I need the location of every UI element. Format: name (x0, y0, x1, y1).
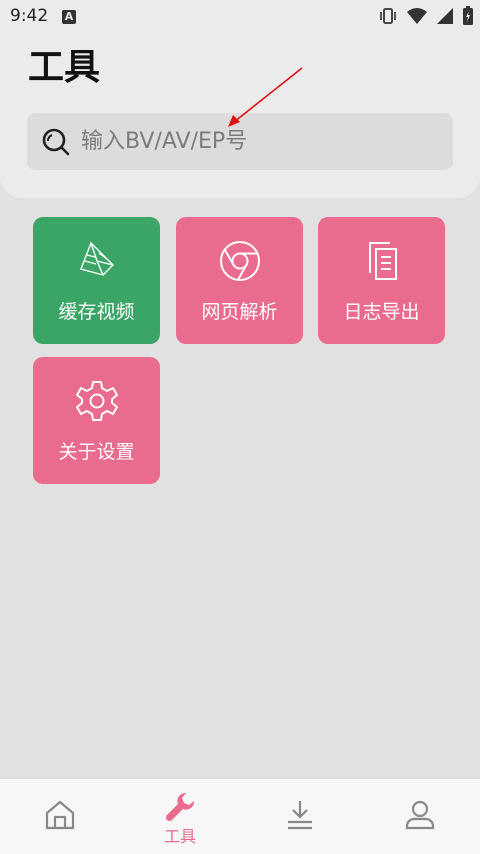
tile-cache-video[interactable]: 缓存视频 (33, 217, 160, 344)
status-bar: 9:42 A (0, 0, 480, 34)
tile-label: 日志导出 (343, 301, 420, 323)
gear-icon (33, 379, 160, 423)
status-time: 9:42 (10, 6, 49, 26)
search-icon (41, 127, 71, 161)
nav-item-profile[interactable] (360, 779, 480, 854)
zongzi-icon (33, 239, 160, 283)
chrome-browser-icon (176, 239, 303, 283)
tile-web-parse[interactable]: 网页解析 (176, 217, 303, 344)
tile-label: 关于设置 (58, 441, 135, 463)
tile-about-settings[interactable]: 关于设置 (33, 357, 160, 484)
nav-item-home[interactable] (0, 779, 120, 854)
nav-label-tools: 工具 (163, 827, 196, 846)
person-icon (360, 799, 480, 831)
cell-signal-icon (436, 7, 454, 25)
bottom-nav: 工具 (0, 778, 480, 854)
page-title: 工具 (28, 47, 101, 88)
wrench-icon (120, 791, 240, 823)
battery-icon (462, 6, 474, 26)
nav-item-download[interactable] (240, 779, 360, 854)
nav-item-tools[interactable]: 工具 (120, 779, 240, 854)
home-icon (0, 799, 120, 831)
notification-icon: A (62, 10, 76, 24)
tile-label: 网页解析 (201, 301, 278, 323)
tile-log-export[interactable]: 日志导出 (318, 217, 445, 344)
annotation-arrow (228, 67, 303, 127)
wifi-icon (406, 7, 428, 25)
vibrate-icon (378, 6, 398, 26)
tile-label: 缓存视频 (58, 301, 135, 323)
download-icon (240, 799, 360, 831)
copy-document-icon (318, 239, 445, 283)
